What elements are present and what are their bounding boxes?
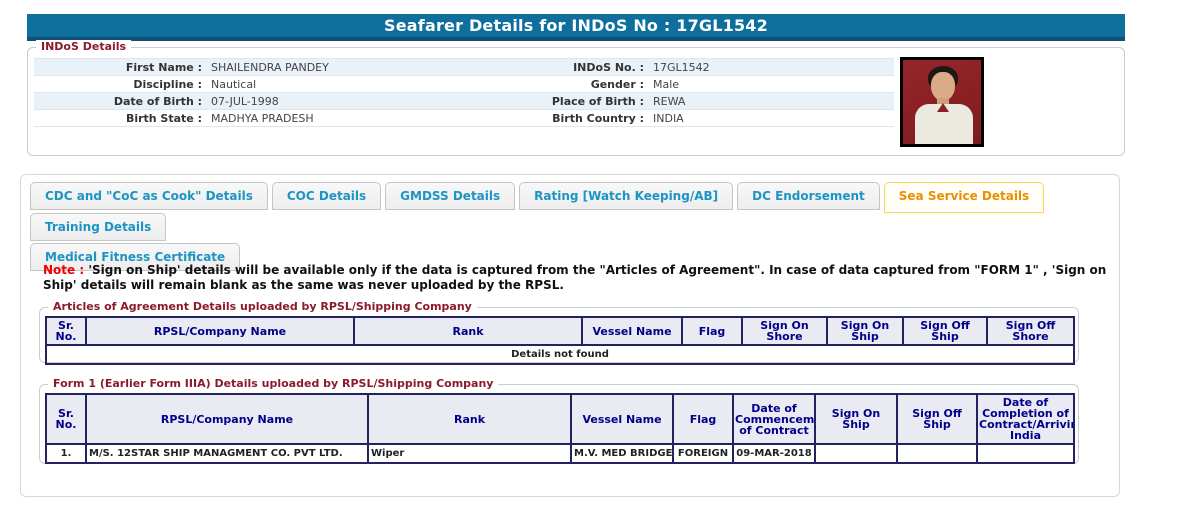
tab-rating-watch-keeping-ab[interactable]: Rating [Watch Keeping/AB] xyxy=(519,182,734,210)
form1-cell-rank: Wiper xyxy=(367,443,572,464)
indos-details-grid: First Name : SHAILENDRA PANDEY INDoS No.… xyxy=(34,58,894,127)
tab-cdc-coc-as-cook-details[interactable]: CDC and "CoC as Cook" Details xyxy=(30,182,268,210)
articles-col-sign-off-shore: Sign Off Shore xyxy=(986,316,1075,346)
indos-details-section: INDoS Details First Name : SHAILENDRA PA… xyxy=(27,40,1125,156)
tab-gmdss-details[interactable]: GMDSS Details xyxy=(385,182,516,210)
details-not-found-message: Details not found xyxy=(45,344,1075,365)
note: Note : 'Sign on Ship' details will be av… xyxy=(43,263,1109,293)
articles-empty-row: Details not found xyxy=(45,344,1075,365)
page: Seafarer Details for INDoS No : 17GL1542… xyxy=(0,0,1185,517)
articles-col-rank: Rank xyxy=(353,316,583,346)
tab-dc-endorsement[interactable]: DC Endorsement xyxy=(737,182,880,210)
form1-col-sign-off-ship: Sign Off Ship xyxy=(896,393,978,445)
form1-cell-sr-no: 1. xyxy=(45,443,87,464)
birth-country-label: Birth Country : xyxy=(552,111,644,125)
place-of-birth-value: REWA xyxy=(653,94,686,108)
articles-col-sign-on-ship: Sign On Ship xyxy=(826,316,904,346)
articles-header-row: Sr. No. RPSL/Company Name Rank Vessel Na… xyxy=(45,316,1075,346)
page-title-bar: Seafarer Details for INDoS No : 17GL1542 xyxy=(27,14,1125,41)
form1-col-sr-no: Sr. No. xyxy=(45,393,87,445)
indos-no-value: 17GL1542 xyxy=(653,60,710,74)
form1-cell-date-commencement: 09-MAR-2018 xyxy=(732,443,816,464)
tab-bar-row-1: CDC and "CoC as Cook" Details COC Details… xyxy=(21,175,1119,241)
seafarer-photo xyxy=(900,57,984,147)
tab-panel: CDC and "CoC as Cook" Details COC Details… xyxy=(20,174,1120,497)
indos-row-first-name: First Name : SHAILENDRA PANDEY INDoS No.… xyxy=(34,59,894,76)
form1-header-row: Sr. No. RPSL/Company Name Rank Vessel Na… xyxy=(45,393,1075,445)
date-of-birth-label: Date of Birth : xyxy=(113,94,202,108)
indos-row-birth-state: Birth State : MADHYA PRADESH Birth Count… xyxy=(34,110,894,127)
form1-cell-company: M/S. 12STAR SHIP MANAGMENT CO. PVT LTD. xyxy=(85,443,369,464)
articles-legend: Articles of Agreement Details uploaded b… xyxy=(48,300,477,313)
note-prefix: Note : xyxy=(43,263,85,277)
discipline-value: Nautical xyxy=(211,77,257,91)
form1-cell-sign-on-ship xyxy=(814,443,898,464)
place-of-birth-label: Place of Birth : xyxy=(551,94,644,108)
note-text: 'Sign on Ship' details will be available… xyxy=(43,263,1107,292)
first-name-value: SHAILENDRA PANDEY xyxy=(211,60,329,74)
indos-row-date-of-birth: Date of Birth : 07-JUL-1998 Place of Bir… xyxy=(34,93,894,110)
indos-no-label: INDoS No. : xyxy=(573,60,644,74)
form1-col-vessel: Vessel Name xyxy=(570,393,674,445)
form1-col-sign-on-ship: Sign On Ship xyxy=(814,393,898,445)
form1-data-row: 1. M/S. 12STAR SHIP MANAGMENT CO. PVT LT… xyxy=(45,443,1075,464)
indos-details-legend: INDoS Details xyxy=(36,40,132,53)
form1-legend: Form 1 (Earlier Form IIIA) Details uploa… xyxy=(48,377,499,390)
articles-col-company: RPSL/Company Name xyxy=(85,316,355,346)
form1-col-flag: Flag xyxy=(672,393,734,445)
birth-state-label: Birth State : xyxy=(125,111,202,125)
birth-state-value: MADHYA PRADESH xyxy=(211,111,314,125)
date-of-birth-value: 07-JUL-1998 xyxy=(211,94,279,108)
tab-coc-details[interactable]: COC Details xyxy=(271,182,382,210)
page-title: Seafarer Details for INDoS No : 17GL1542 xyxy=(384,16,768,35)
articles-col-sign-off-ship: Sign Off Ship xyxy=(902,316,988,346)
form1-table: Sr. No. RPSL/Company Name Rank Vessel Na… xyxy=(45,393,1075,464)
articles-col-flag: Flag xyxy=(681,316,743,346)
form1-col-date-commencement: Date of Commencement of Contract xyxy=(732,393,816,445)
articles-of-agreement-section: Articles of Agreement Details uploaded b… xyxy=(39,300,1079,365)
articles-col-vessel: Vessel Name xyxy=(581,316,683,346)
form1-cell-date-completion xyxy=(976,443,1075,464)
articles-col-sign-on-shore: Sign On Shore xyxy=(741,316,828,346)
form1-cell-flag: FOREIGN xyxy=(672,443,734,464)
form1-col-date-completion: Date of Completion of Contract/Arriving … xyxy=(976,393,1075,445)
form1-col-company: RPSL/Company Name xyxy=(85,393,369,445)
form1-cell-vessel: M.V. MED BRIDGE xyxy=(570,443,674,464)
articles-table: Sr. No. RPSL/Company Name Rank Vessel Na… xyxy=(45,316,1075,365)
gender-label: Gender : xyxy=(590,77,644,91)
first-name-label: First Name : xyxy=(125,60,202,74)
form1-col-rank: Rank xyxy=(367,393,572,445)
form1-section: Form 1 (Earlier Form IIIA) Details uploa… xyxy=(39,377,1079,464)
birth-country-value: INDIA xyxy=(653,111,684,125)
tab-training-details[interactable]: Training Details xyxy=(30,213,167,241)
form1-cell-sign-off-ship xyxy=(896,443,978,464)
discipline-label: Discipline : xyxy=(133,77,202,91)
indos-row-discipline: Discipline : Nautical Gender : Male xyxy=(34,76,894,93)
tab-sea-service-details[interactable]: Sea Service Details xyxy=(883,182,1045,213)
gender-value: Male xyxy=(653,77,680,91)
articles-col-sr-no: Sr. No. xyxy=(45,316,87,346)
photo-face-shape xyxy=(931,72,955,101)
